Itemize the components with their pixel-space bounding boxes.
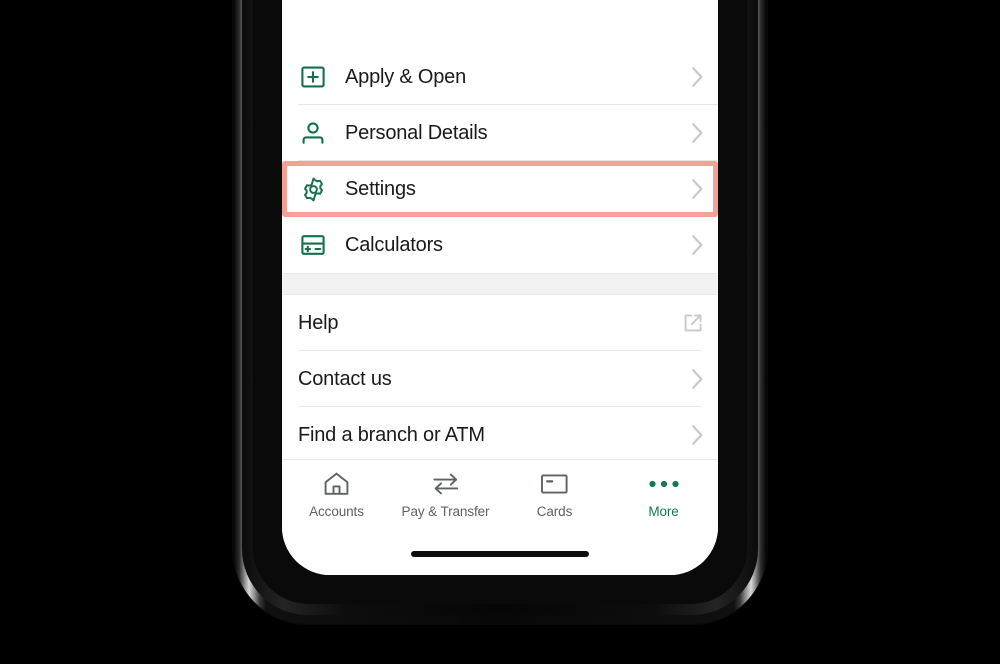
tab-label: Pay & Transfer [401, 504, 490, 519]
tab-label: Accounts [309, 504, 364, 519]
menu-item-label: Apply & Open [345, 65, 467, 88]
home-icon [323, 471, 350, 497]
tab-cards[interactable]: Cards [500, 471, 609, 519]
tab-pay-and-transfer[interactable]: Pay & Transfer [391, 471, 500, 519]
link-item-label: Find a branch or ATM [298, 423, 485, 446]
chevron-right-icon [678, 366, 704, 392]
person-icon [298, 118, 328, 148]
menu-item-label: Settings [345, 177, 416, 200]
menu-item-settings[interactable]: Settings [282, 161, 718, 217]
chevron-right-icon [678, 120, 704, 146]
chevron-right-icon [678, 64, 704, 90]
tab-label: Cards [536, 504, 573, 519]
add-square-icon [298, 62, 328, 92]
external-link-icon [678, 310, 704, 336]
phone-frame: Apply & Open Personal Details Settings C… [233, 0, 767, 624]
menu-item-calculators[interactable]: Calculators [282, 217, 718, 273]
gear-icon [298, 174, 328, 204]
bottom-tab-bar: Accounts Pay & Transfer Cards More [282, 459, 718, 545]
link-item-help[interactable]: Help [282, 295, 718, 351]
tab-more[interactable]: More [609, 471, 718, 519]
chevron-right-icon [678, 176, 704, 202]
card-icon [540, 471, 569, 497]
menu-item-label: Calculators [345, 233, 443, 256]
tab-accounts[interactable]: Accounts [282, 471, 391, 519]
more-menu-scroll-area[interactable]: Apply & Open Personal Details Settings C… [282, 0, 718, 459]
link-item-label: Help [298, 311, 339, 334]
transfer-arrows-icon [431, 471, 461, 497]
menu-item-apply-and-open[interactable]: Apply & Open [282, 49, 718, 105]
screenshot-stage: Apply & Open Personal Details Settings C… [0, 0, 1000, 664]
home-indicator-bar[interactable] [411, 551, 589, 557]
menu-item-personal-details[interactable]: Personal Details [282, 105, 718, 161]
support-links-section: Help Contact us Find a branch or ATM [282, 295, 718, 459]
link-item-find-a-branch-or-atm[interactable]: Find a branch or ATM [282, 407, 718, 459]
home-indicator-area [282, 545, 718, 575]
chevron-right-icon [678, 422, 704, 448]
phone-bezel: Apply & Open Personal Details Settings C… [253, 0, 747, 604]
ellipsis-icon [646, 471, 682, 497]
chevron-right-icon [678, 232, 704, 258]
menu-item-label: Personal Details [345, 121, 488, 144]
phone-screen: Apply & Open Personal Details Settings C… [282, 0, 718, 575]
section-separator [282, 273, 718, 295]
tab-label: More [648, 504, 679, 519]
primary-menu-section: Apply & Open Personal Details Settings C… [282, 49, 718, 273]
link-item-label: Contact us [298, 367, 392, 390]
calculator-icon [298, 230, 328, 260]
link-item-contact-us[interactable]: Contact us [282, 351, 718, 407]
